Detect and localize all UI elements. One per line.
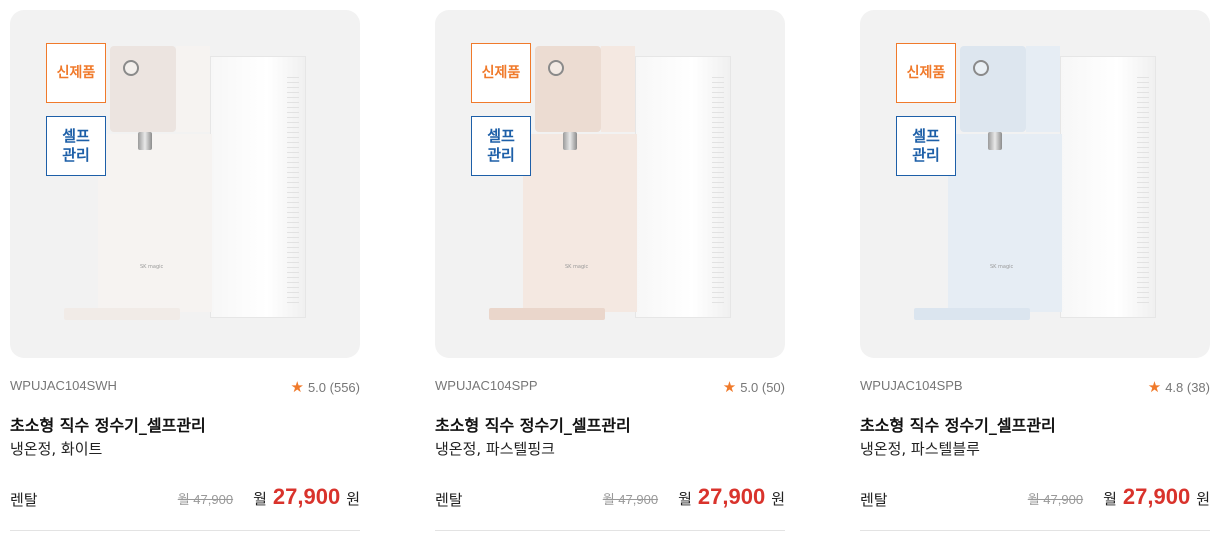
star-icon: ★	[290, 379, 304, 396]
currency-label: 원	[771, 491, 785, 508]
original-price: 월 47,900	[177, 492, 234, 507]
rental-label: 렌탈	[860, 491, 888, 509]
product-card[interactable]: SK magic 신제품 셀프 관리 WPUJAC104SPP ★ 5.0 (50…	[435, 10, 785, 540]
price-box: 월 47,900 월 27,900 원	[603, 484, 785, 510]
product-card[interactable]: SK magic 신제품 셀프 관리 WPUJAC104SWH ★ 5.0 (55…	[10, 10, 360, 540]
original-price: 월 47,900	[602, 492, 659, 507]
self-care-badge: 셀프 관리	[46, 116, 106, 176]
month-label: 월	[1103, 491, 1117, 508]
product-option: 냉온정, 파스텔블루	[860, 440, 980, 458]
self-care-badge: 셀프 관리	[471, 116, 531, 176]
model-number: WPUJAC104SPP	[435, 378, 538, 393]
star-icon: ★	[1147, 379, 1162, 396]
month-label: 월	[253, 491, 267, 508]
product-title[interactable]: 초소형 직수 정수기_셀프관리	[10, 412, 206, 436]
price-box: 월 47,900 월 27,900 원	[178, 484, 360, 510]
new-product-badge: 신제품	[896, 43, 956, 103]
rating: ★ 5.0 (50)	[723, 378, 785, 396]
new-product-badge: 신제품	[471, 43, 531, 103]
month-label: 월	[678, 491, 692, 508]
sale-price: 27,900	[1122, 484, 1191, 509]
rental-label: 렌탈	[10, 491, 38, 509]
product-option: 냉온정, 화이트	[10, 440, 103, 458]
product-grid: SK magic 신제품 셀프 관리 WPUJAC104SWH ★ 5.0 (55…	[10, 10, 1210, 540]
price-box: 월 47,900 월 27,900 원	[1028, 484, 1210, 510]
product-card[interactable]: SK magic 신제품 셀프 관리 WPUJAC104SPB ★ 4.8 (38…	[860, 10, 1210, 540]
currency-label: 원	[346, 491, 360, 508]
rating-value: 5.0 (556)	[307, 380, 360, 395]
rating-value: 4.8 (38)	[1165, 380, 1210, 395]
model-number: WPUJAC104SWH	[10, 378, 117, 393]
sale-price: 27,900	[272, 484, 341, 509]
divider	[860, 530, 1210, 531]
rating-value: 5.0 (50)	[740, 380, 785, 395]
original-price: 월 47,900	[1027, 492, 1084, 507]
new-product-badge: 신제품	[46, 43, 106, 103]
model-number: WPUJAC104SPB	[860, 378, 963, 393]
star-icon: ★	[722, 379, 737, 396]
product-title[interactable]: 초소형 직수 정수기_셀프관리	[435, 412, 631, 436]
divider	[435, 530, 785, 531]
sale-price: 27,900	[697, 484, 766, 509]
product-image[interactable]: SK magic 신제품 셀프 관리	[435, 10, 785, 358]
self-care-badge: 셀프 관리	[896, 116, 956, 176]
product-image[interactable]: SK magic 신제품 셀프 관리	[10, 10, 360, 358]
product-title[interactable]: 초소형 직수 정수기_셀프관리	[860, 412, 1056, 436]
rating: ★ 4.8 (38)	[1148, 378, 1210, 396]
divider	[10, 530, 360, 531]
rating: ★ 5.0 (556)	[291, 378, 361, 396]
product-image[interactable]: SK magic 신제품 셀프 관리	[860, 10, 1210, 358]
product-option: 냉온정, 파스텔핑크	[435, 440, 555, 458]
currency-label: 원	[1196, 491, 1210, 508]
rental-label: 렌탈	[435, 491, 463, 509]
